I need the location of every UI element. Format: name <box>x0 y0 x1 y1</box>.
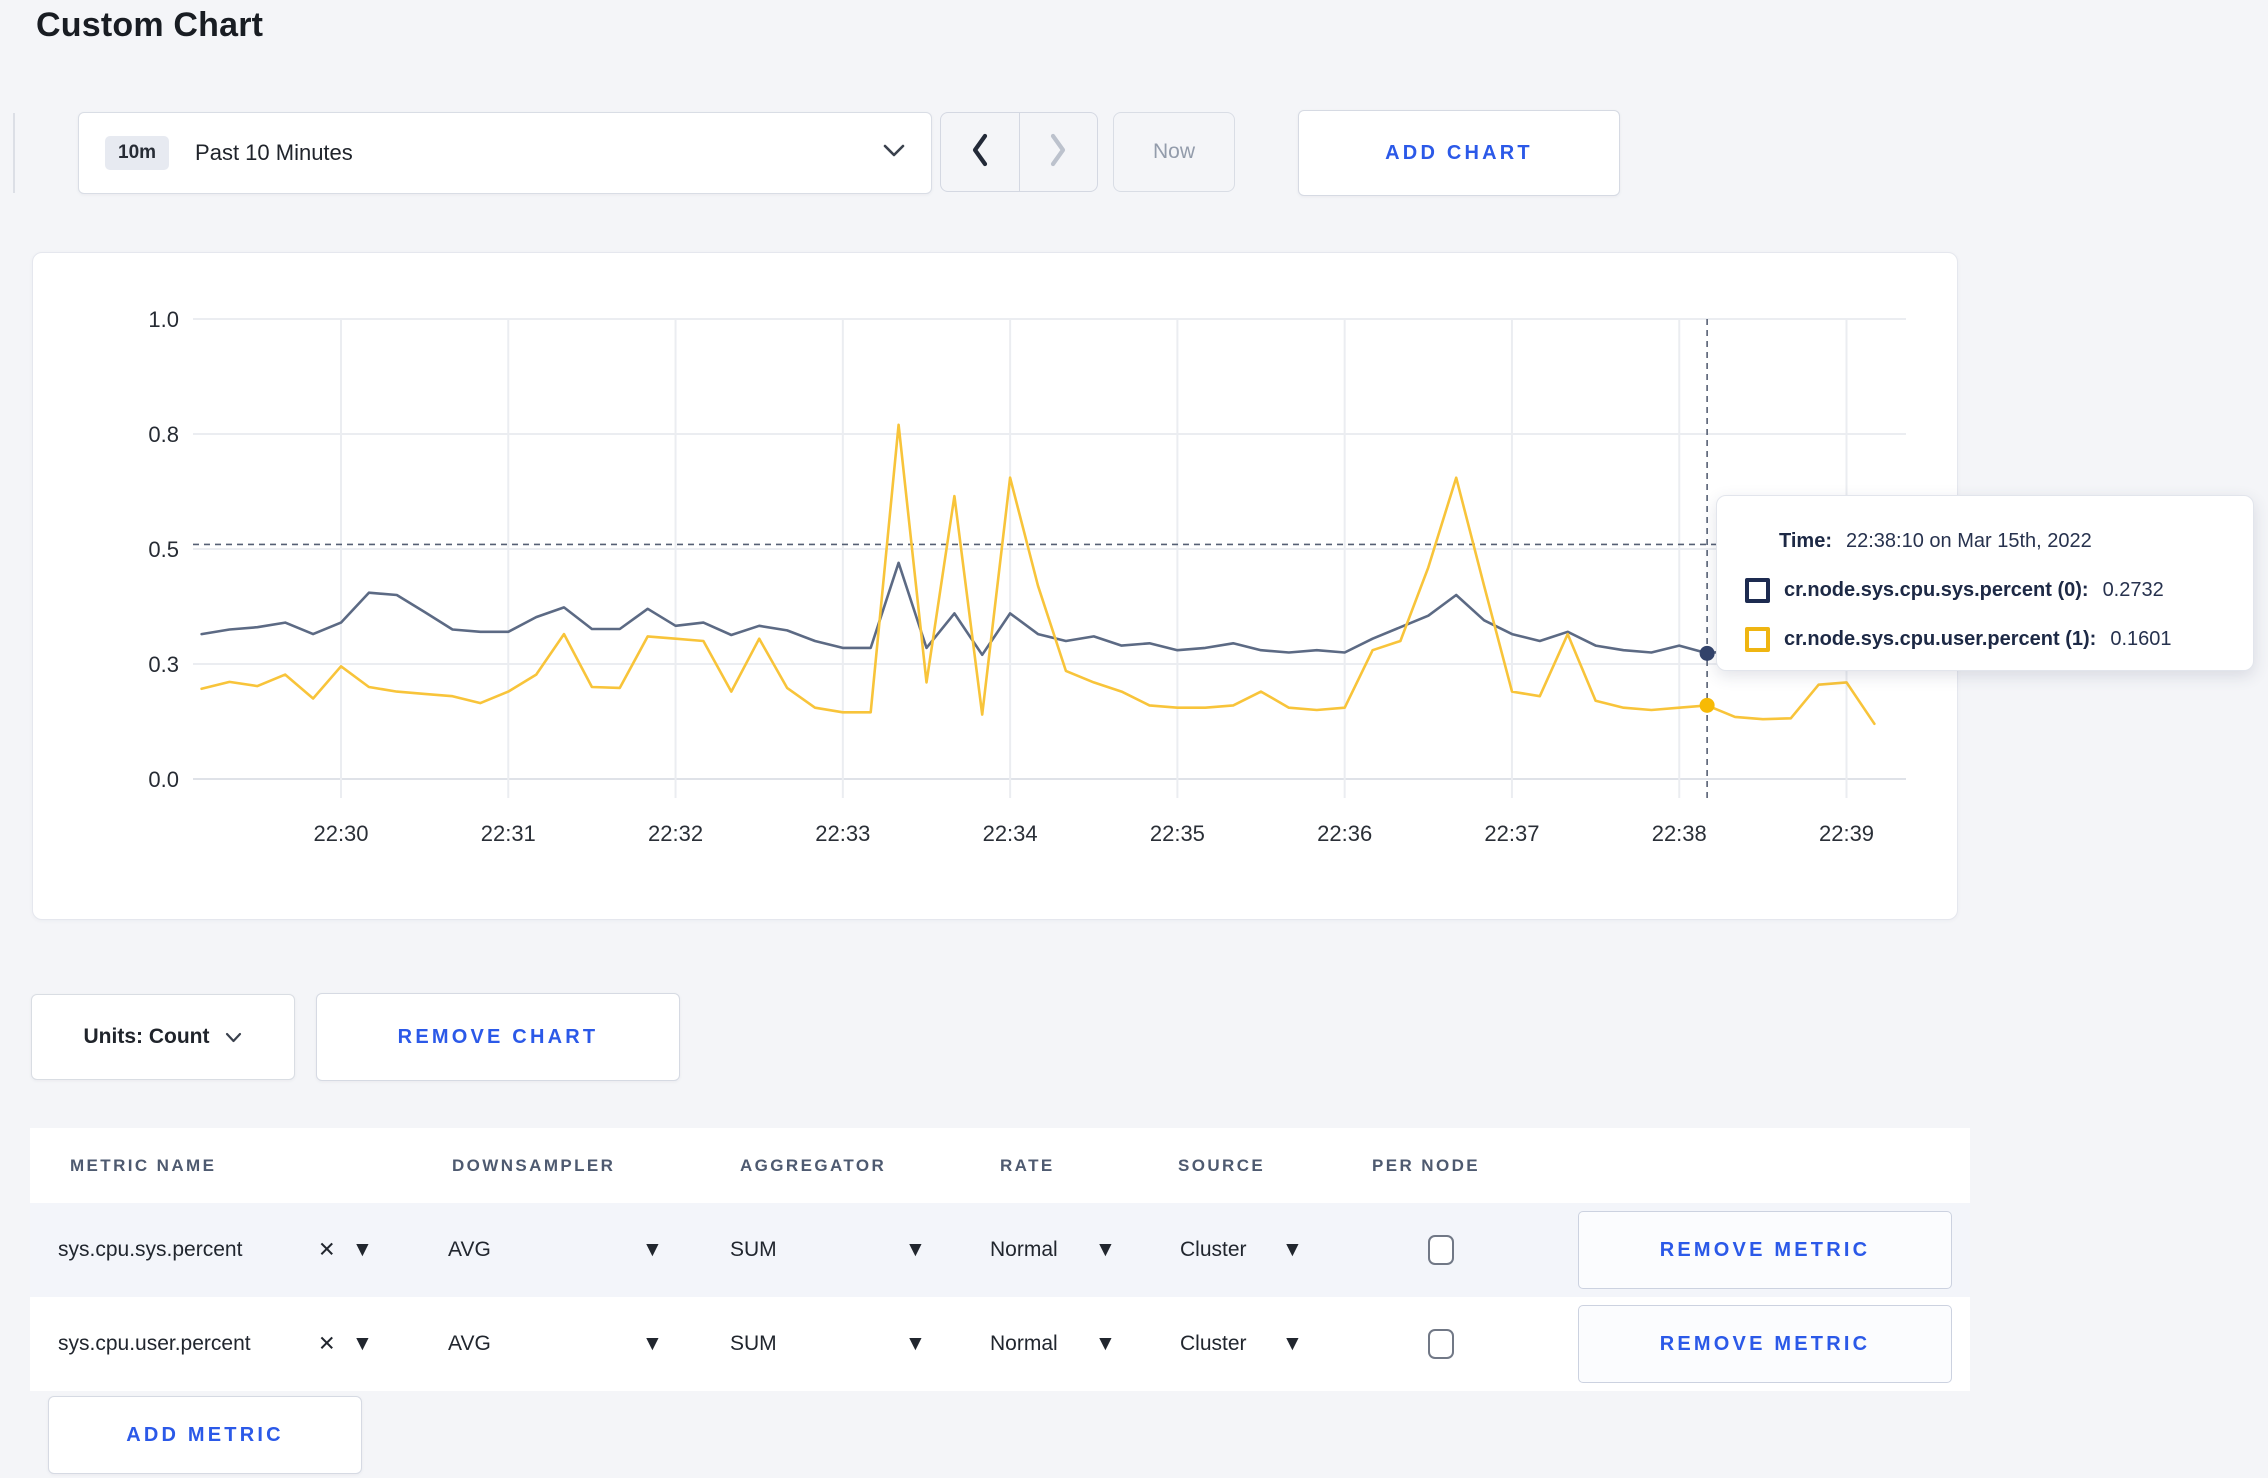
tooltip-series-row: cr.node.sys.cpu.user.percent (1): 0.1601 <box>1745 615 2225 664</box>
chevron-left-icon <box>970 133 990 172</box>
caret-down-icon: ▼ <box>642 1238 663 1261</box>
metric-row: sys.cpu.sys.percent ✕ ▼ AVG ▼ SUM ▼ Normal ▼ Clus… <box>30 1203 1970 1297</box>
y-axis-tick-label: 0.0 <box>148 767 179 792</box>
metrics-table: METRIC NAME DOWNSAMPLER AGGREGATOR RATE SOUR… <box>30 1128 1970 1391</box>
caret-down-icon: ▼ <box>1282 1332 1303 1355</box>
series-swatch-icon <box>1745 578 1770 603</box>
column-header-per-node: PER NODE <box>1372 1155 1480 1175</box>
metrics-table-header: METRIC NAME DOWNSAMPLER AGGREGATOR RATE SOUR… <box>30 1128 1970 1203</box>
source-select[interactable]: Cluster <box>1180 1332 1247 1356</box>
x-axis-tick-label: 22:33 <box>815 821 870 846</box>
caret-down-icon: ▼ <box>1095 1332 1116 1355</box>
page-title: Custom Chart <box>36 6 264 44</box>
remove-metric-button[interactable]: REMOVE METRIC <box>1578 1211 1952 1289</box>
caret-down-icon: ▼ <box>352 1238 373 1261</box>
caret-down-icon: ▼ <box>352 1332 373 1355</box>
y-axis-tick-label: 1.0 <box>148 307 179 332</box>
x-axis-tick-label: 22:32 <box>648 821 703 846</box>
hover-point-dot <box>1699 645 1715 661</box>
series-line-0 <box>200 561 1876 657</box>
remove-chart-button[interactable]: REMOVE CHART <box>316 993 680 1081</box>
aggregator-select[interactable]: SUM <box>730 1332 777 1356</box>
column-header-metric-name: METRIC NAME <box>70 1155 217 1175</box>
series-line-1 <box>200 423 1876 726</box>
series-swatch-icon <box>1745 627 1770 652</box>
chevron-down-icon <box>883 144 905 162</box>
column-header-downsampler: DOWNSAMPLER <box>452 1155 616 1175</box>
tooltip-series-value: 0.1601 <box>2110 628 2172 650</box>
add-metric-button[interactable]: ADD METRIC <box>48 1396 362 1474</box>
tooltip-time-label: Time: <box>1779 530 1832 552</box>
add-chart-button[interactable]: ADD CHART <box>1298 110 1620 196</box>
caret-down-icon: ▼ <box>905 1332 926 1355</box>
x-axis-tick-label: 22:31 <box>481 821 536 846</box>
rate-select[interactable]: Normal <box>990 1332 1058 1356</box>
column-header-aggregator: AGGREGATOR <box>740 1155 887 1175</box>
column-header-source: SOURCE <box>1178 1155 1266 1175</box>
clear-metric-icon[interactable]: ✕ <box>318 1332 336 1357</box>
caret-down-icon: ▼ <box>1095 1238 1116 1261</box>
toolbar-divider <box>13 113 15 193</box>
tooltip-series-name: cr.node.sys.cpu.user.percent (1): <box>1784 628 2097 650</box>
downsampler-select[interactable]: AVG <box>448 1238 491 1262</box>
time-nav-group <box>940 112 1098 192</box>
chevron-down-icon <box>225 1025 242 1049</box>
aggregator-select[interactable]: SUM <box>730 1238 777 1262</box>
chart-tooltip: Time: 22:38:10 on Mar 15th, 2022 cr.node.… <box>1716 495 2254 671</box>
metric-name-select[interactable]: sys.cpu.sys.percent <box>58 1238 242 1262</box>
source-select[interactable]: Cluster <box>1180 1238 1247 1262</box>
time-window-badge: 10m <box>105 136 170 170</box>
remove-metric-button[interactable]: REMOVE METRIC <box>1578 1305 1952 1383</box>
clear-metric-icon[interactable]: ✕ <box>318 1238 336 1263</box>
caret-down-icon: ▼ <box>1282 1238 1303 1261</box>
y-axis-tick-label: 0.8 <box>148 422 179 447</box>
tooltip-series-row: cr.node.sys.cpu.sys.percent (0): 0.2732 <box>1745 566 2225 615</box>
units-label: Units: Count <box>83 1025 210 1048</box>
y-axis-tick-label: 0.5 <box>148 537 179 562</box>
units-dropdown[interactable]: Units: Count <box>31 994 295 1080</box>
cpu-usage-chart[interactable]: 0.0 0.3 0.5 0.8 1.0 22:30 22:31 22:32 22:33 22:34… <box>33 253 1959 921</box>
x-axis-tick-label: 22:34 <box>983 821 1038 846</box>
tooltip-time-row: Time: 22:38:10 on Mar 15th, 2022 <box>1779 517 2225 566</box>
hover-point-dot <box>1699 697 1715 713</box>
next-time-button[interactable] <box>1020 113 1098 191</box>
x-axis-tick-label: 22:37 <box>1484 821 1539 846</box>
metric-row: sys.cpu.user.percent ✕ ▼ AVG ▼ SUM ▼ Normal ▼ Clu… <box>30 1297 1970 1391</box>
x-axis-tick-label: 22:39 <box>1819 821 1874 846</box>
chevron-right-icon <box>1048 133 1068 172</box>
tooltip-series-value: 0.2732 <box>2102 579 2164 601</box>
x-axis-tick-label: 22:38 <box>1652 821 1707 846</box>
x-axis-tick-label: 22:36 <box>1317 821 1372 846</box>
metric-name-select[interactable]: sys.cpu.user.percent <box>58 1332 251 1356</box>
time-window-label: Past 10 Minutes <box>195 140 353 165</box>
per-node-checkbox[interactable] <box>1428 1235 1454 1265</box>
downsampler-select[interactable]: AVG <box>448 1332 491 1356</box>
x-axis-tick-label: 22:35 <box>1150 821 1205 846</box>
caret-down-icon: ▼ <box>905 1238 926 1261</box>
y-axis-tick-label: 0.3 <box>148 652 179 677</box>
x-axis-tick-label: 22:30 <box>313 821 368 846</box>
per-node-checkbox[interactable] <box>1428 1329 1454 1359</box>
tooltip-series-name: cr.node.sys.cpu.sys.percent (0): <box>1784 579 2089 601</box>
now-button[interactable]: Now <box>1113 112 1235 192</box>
rate-select[interactable]: Normal <box>990 1238 1058 1262</box>
column-header-rate: RATE <box>1000 1155 1055 1175</box>
time-window-dropdown[interactable]: 10m Past 10 Minutes <box>78 112 932 194</box>
chart-card[interactable]: 0.0 0.3 0.5 0.8 1.0 22:30 22:31 22:32 22:33 22:34… <box>32 252 1958 920</box>
caret-down-icon: ▼ <box>642 1332 663 1355</box>
tooltip-time-value: 22:38:10 on Mar 15th, 2022 <box>1845 530 2092 552</box>
prev-time-button[interactable] <box>941 113 1020 191</box>
